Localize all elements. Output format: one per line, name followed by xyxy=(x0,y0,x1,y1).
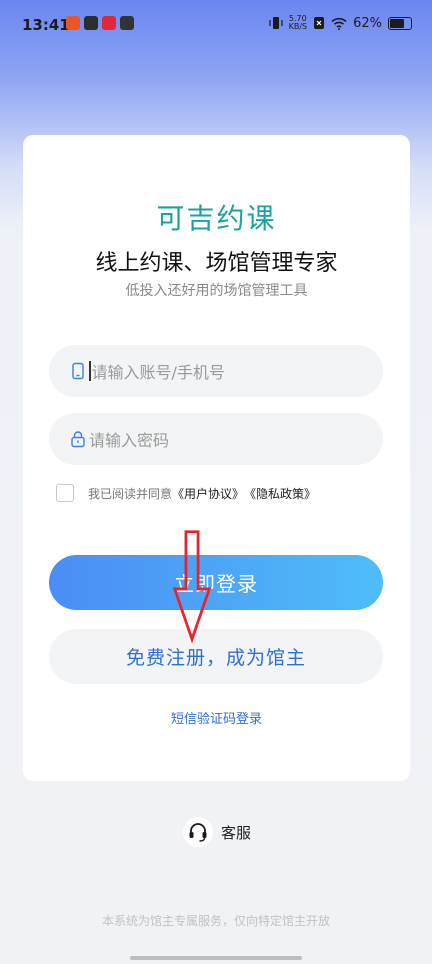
app-tagline: 低投入还好用的场馆管理工具 xyxy=(125,283,308,299)
wifi-icon xyxy=(331,17,347,30)
battery-percent: 62% xyxy=(353,15,382,31)
agreement-row: 我已阅读并同意 《用户协议》 《隐私政策》 xyxy=(56,484,316,502)
notification-app-icon-2 xyxy=(84,16,98,30)
agreement-checkbox[interactable] xyxy=(56,484,74,502)
account-input-placeholder: 请输入账号/手机号 xyxy=(91,363,225,382)
status-bar: 13:41 5.70 KB/S 62% xyxy=(0,0,432,50)
sim-icon xyxy=(314,17,325,29)
password-input[interactable]: 请输入密码 xyxy=(49,413,383,465)
account-input[interactable]: 请输入账号/手机号 xyxy=(49,345,383,397)
app-subtitle: 线上约课、场馆管理专家 xyxy=(95,251,338,276)
user-agreement-link[interactable]: 《用户协议》 xyxy=(172,485,244,502)
login-button[interactable]: 立即登录 xyxy=(49,555,383,610)
network-speed-unit: KB/S xyxy=(288,22,308,31)
login-card: 可吉约课 线上约课、场馆管理专家 低投入还好用的场馆管理工具 请输入账号/手机号… xyxy=(23,135,410,781)
notification-app-icon-3 xyxy=(102,16,116,30)
notification-app-icon-4 xyxy=(120,16,134,30)
sms-login-link[interactable]: 短信验证码登录 xyxy=(23,708,410,727)
phone-icon xyxy=(72,362,84,380)
battery-icon xyxy=(388,16,412,30)
home-indicator[interactable] xyxy=(130,956,302,960)
customer-service[interactable]: 客服 xyxy=(183,817,251,847)
network-speed: 5.70 KB/S xyxy=(289,15,308,31)
customer-service-label: 客服 xyxy=(221,823,252,842)
status-notification-icons xyxy=(66,16,134,30)
footer-note: 本系统为馆主专属服务，仅向特定馆主开放 xyxy=(101,914,330,928)
lock-icon xyxy=(71,431,85,448)
annotation-arrow xyxy=(172,530,212,644)
password-input-placeholder: 请输入密码 xyxy=(89,431,170,450)
app-title: 可吉约课 xyxy=(156,202,277,235)
status-time: 13:41 xyxy=(22,16,70,34)
text-caret xyxy=(89,361,91,381)
notification-app-icon-1 xyxy=(66,16,80,30)
status-right-group: 5.70 KB/S 62% xyxy=(268,15,412,31)
privacy-policy-link[interactable]: 《隐私政策》 xyxy=(244,485,316,502)
vibrate-icon xyxy=(268,17,283,29)
register-button[interactable]: 免费注册，成为馆主 xyxy=(49,629,383,684)
agreement-prefix: 我已阅读并同意 xyxy=(88,486,173,501)
headset-icon xyxy=(183,817,213,847)
